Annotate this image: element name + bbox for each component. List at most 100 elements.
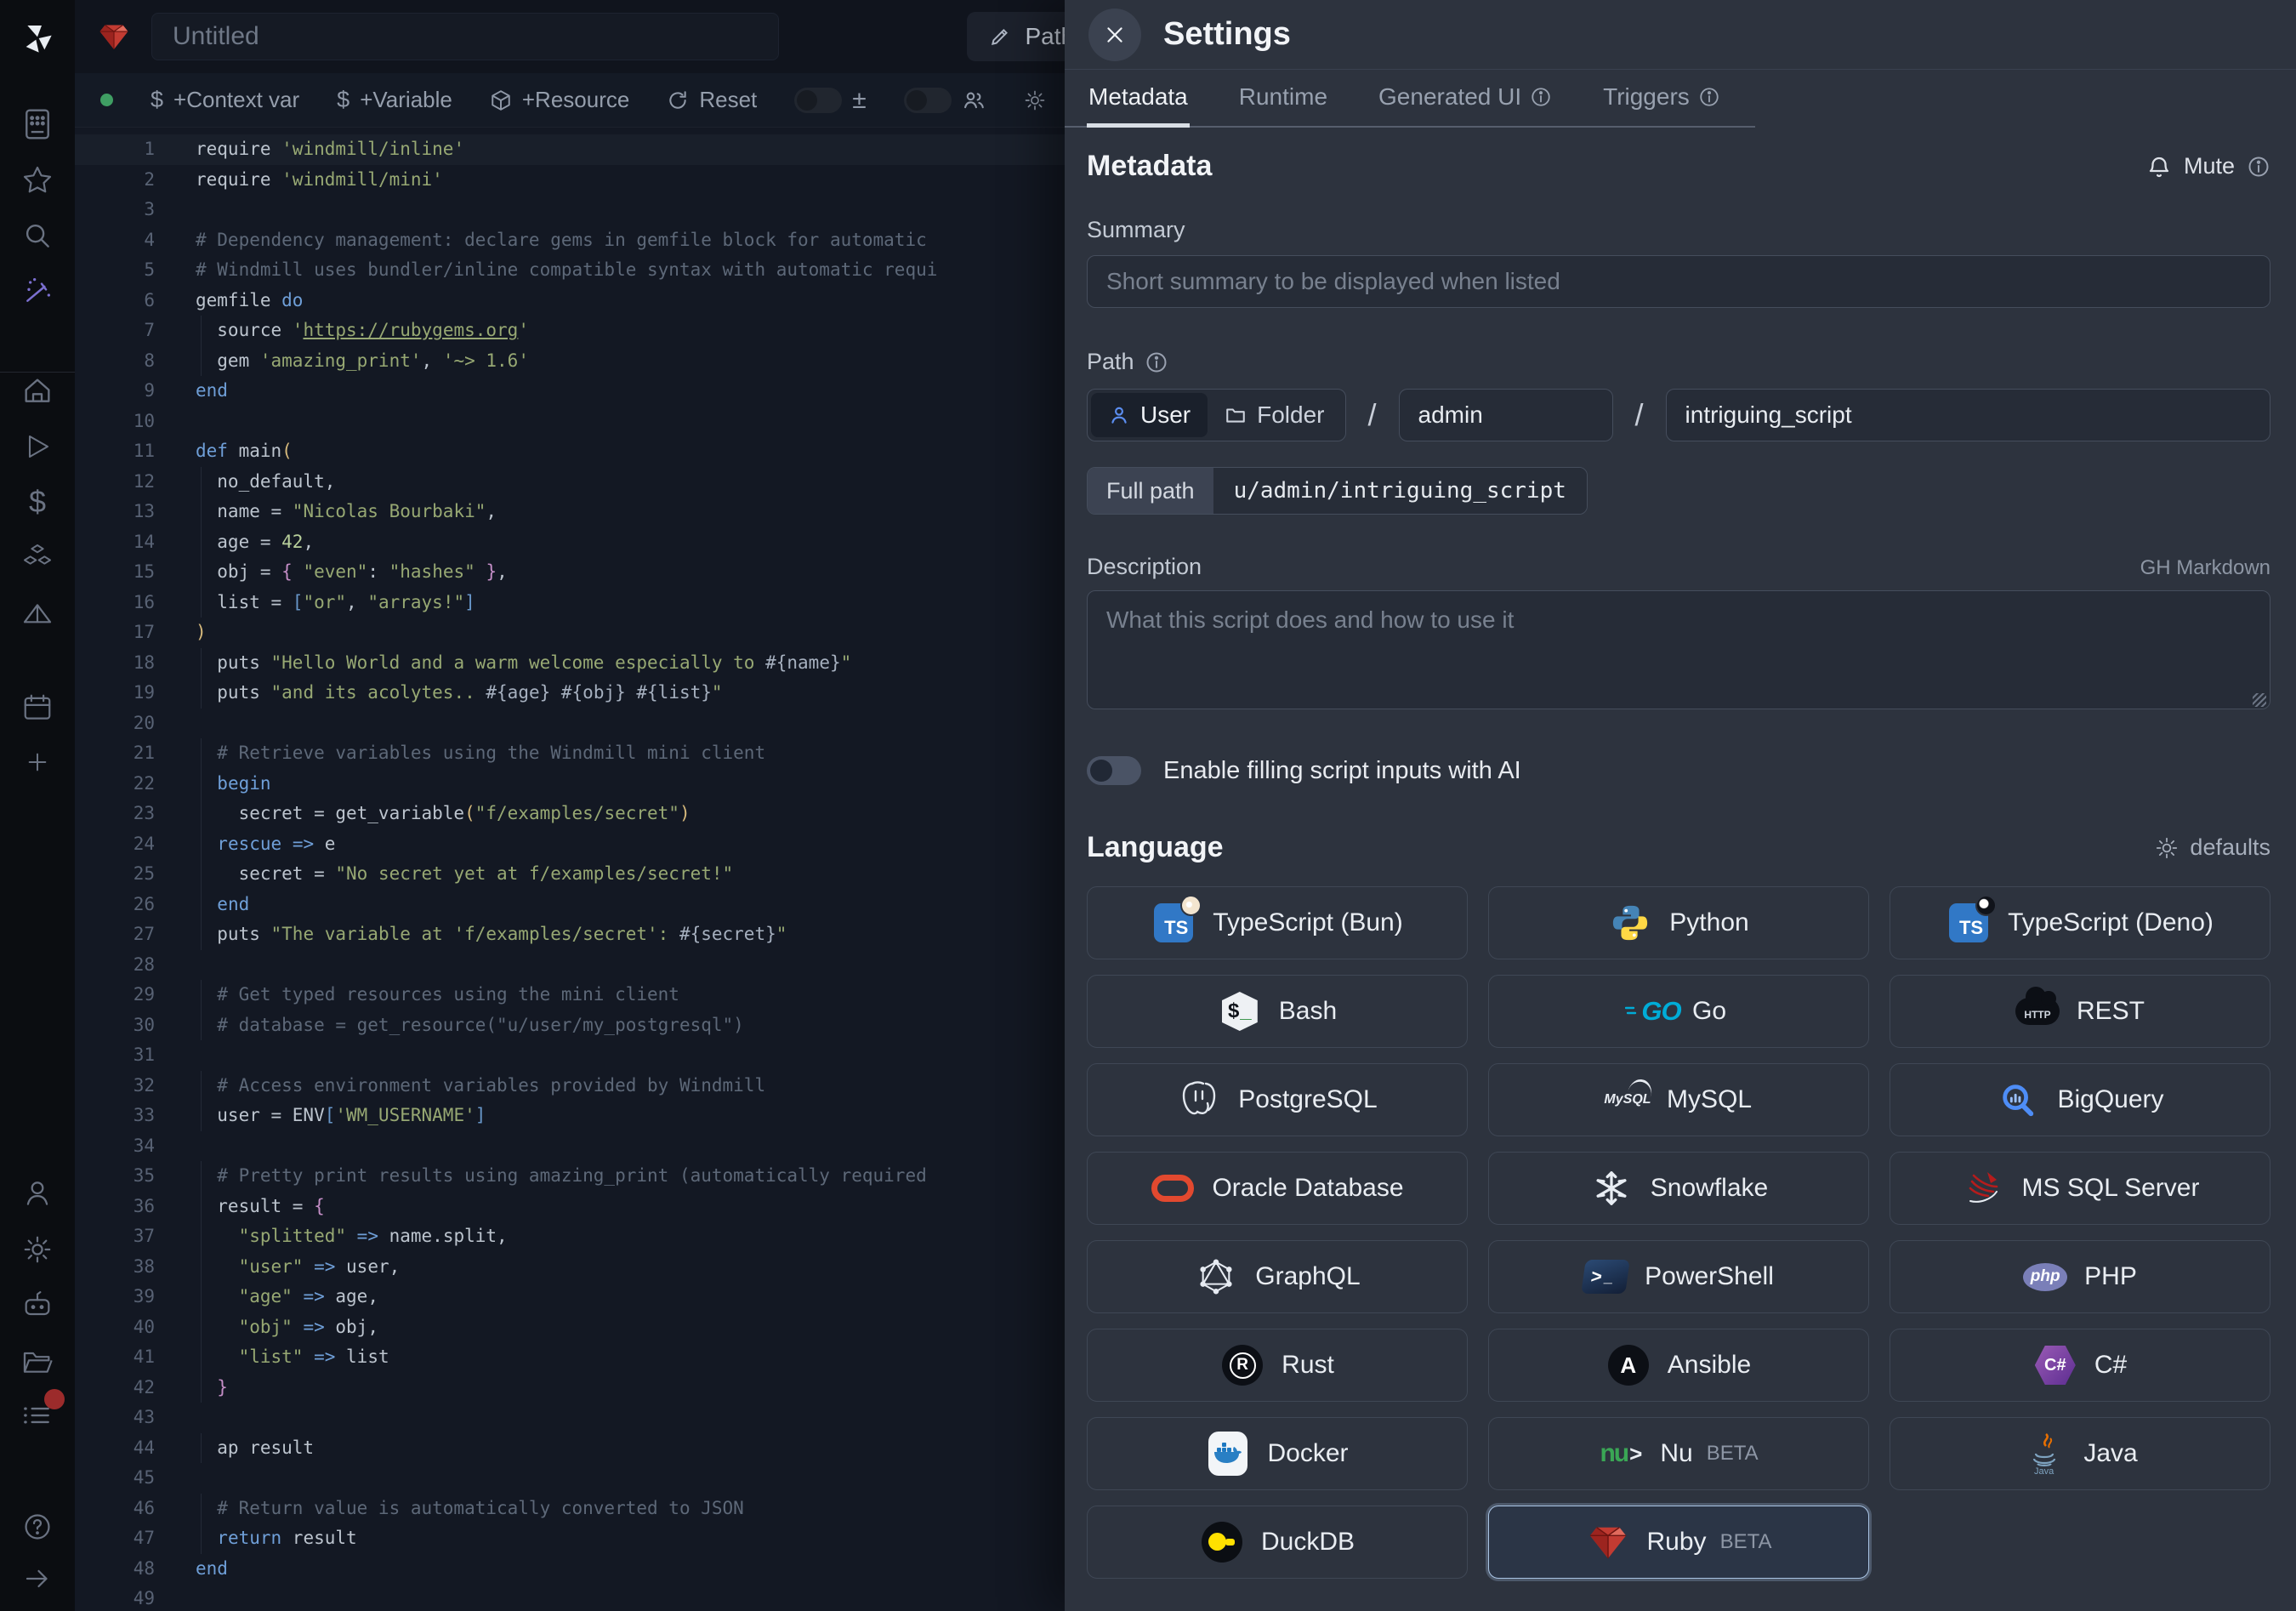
language-label: C# (2094, 1351, 2127, 1380)
folder-icon[interactable] (19, 1343, 56, 1380)
language-go[interactable]: GOGo (1488, 975, 1869, 1048)
code-line: 27 puts "The variable at 'f/examples/sec… (75, 919, 1065, 950)
code-line: 4# Dependency management: declare gems i… (75, 225, 1065, 256)
add-variable-label: +Variable (360, 87, 452, 113)
summary-input[interactable] (1087, 255, 2270, 308)
language-duckdb[interactable]: DuckDB (1087, 1506, 1468, 1579)
editor-settings-button[interactable] (1023, 88, 1047, 112)
code-line: 1require 'windmill/inline' (75, 134, 1065, 165)
close-icon (1104, 24, 1126, 46)
csharp-icon: C# (2033, 1343, 2077, 1387)
settings-drawer: Settings Metadata Runtime Generated UI T… (1065, 0, 2296, 1611)
cubes-icon[interactable] (19, 539, 56, 577)
line-number: 22 (75, 769, 175, 800)
language-c[interactable]: C# C# (1890, 1329, 2270, 1402)
language-bigquery[interactable]: BigQuery (1890, 1063, 2270, 1136)
language-powershell[interactable]: >_PowerShell (1488, 1240, 1869, 1313)
gear-icon (2154, 835, 2179, 861)
tab-metadata[interactable]: Metadata (1087, 70, 1190, 126)
language-label: Nu (1660, 1439, 1692, 1468)
language-label: BigQuery (2057, 1085, 2163, 1114)
line-number: 25 (75, 859, 175, 890)
owner-kind-user[interactable]: User (1091, 393, 1208, 437)
windmill-logo[interactable] (19, 20, 56, 57)
gear-icon[interactable] (19, 1231, 56, 1268)
search-icon[interactable] (19, 217, 56, 254)
diff-toggle[interactable]: ± (794, 86, 866, 115)
list-icon[interactable] (19, 1397, 56, 1434)
code-editor[interactable]: 1require 'windmill/inline'2require 'wind… (75, 128, 1065, 1611)
code-line: 19 puts "and its acolytes.. #{age} #{obj… (75, 678, 1065, 709)
tab-triggers[interactable]: Triggers (1601, 70, 1722, 126)
language-rust[interactable]: RRust (1087, 1329, 1468, 1402)
script-title-input[interactable] (151, 13, 779, 60)
dollar-icon[interactable]: $ (19, 483, 56, 521)
app-window-icon[interactable] (19, 105, 56, 143)
line-number: 7 (75, 316, 175, 346)
reset-button[interactable]: Reset (667, 87, 757, 113)
language-postgresql[interactable]: PostgreSQL (1087, 1063, 1468, 1136)
arrow-right-icon[interactable] (19, 1560, 56, 1597)
close-button[interactable] (1088, 9, 1141, 61)
toggle-switch[interactable] (904, 88, 952, 113)
full-path-badge: Full path (1088, 468, 1213, 514)
language-ansible[interactable]: AAnsible (1488, 1329, 1869, 1402)
bash-icon: $_ (1218, 989, 1262, 1033)
language-php[interactable]: phpPHP (1890, 1240, 2270, 1313)
language-bash[interactable]: $_Bash (1087, 975, 1468, 1048)
magic-wand-icon[interactable] (19, 272, 56, 310)
user-icon[interactable] (19, 1175, 56, 1212)
language-typescript-deno[interactable]: TSTypeScript (Deno) (1890, 886, 2270, 959)
user-icon (1108, 404, 1130, 426)
add-variable-button[interactable]: $ +Variable (337, 87, 452, 113)
line-number: 8 (75, 346, 175, 377)
tab-label: Triggers (1603, 83, 1690, 111)
language-typescript-bun[interactable]: TSTypeScript (Bun) (1087, 886, 1468, 959)
add-context-var-button[interactable]: $ +Context var (151, 87, 299, 113)
defaults-button[interactable]: defaults (2154, 834, 2270, 861)
plus-icon[interactable] (19, 743, 56, 781)
language-ms-sql-server[interactable]: MS SQL Server (1890, 1152, 2270, 1225)
path-name-input[interactable] (1666, 389, 2270, 441)
line-number: 28 (75, 950, 175, 981)
ai-inputs-toggle[interactable] (1087, 756, 1141, 785)
rest-icon: HTTP (2015, 989, 2060, 1033)
line-number: 1 (75, 134, 175, 165)
pyramid-icon[interactable] (19, 596, 56, 634)
help-icon[interactable] (19, 1508, 56, 1546)
calendar-icon[interactable] (19, 689, 56, 726)
tab-generated-ui[interactable]: Generated UI (1377, 70, 1554, 126)
language-mysql[interactable]: MySQLMySQL (1488, 1063, 1869, 1136)
language-docker[interactable]: Docker (1087, 1417, 1468, 1490)
language-oracle-database[interactable]: Oracle Database (1087, 1152, 1468, 1225)
docker-icon (1206, 1432, 1250, 1476)
owner-kind-folder[interactable]: Folder (1208, 393, 1341, 437)
mute-button[interactable]: Mute (2146, 153, 2270, 179)
line-number: 24 (75, 829, 175, 860)
language-ruby[interactable]: RubyBETA (1488, 1506, 1869, 1579)
language-java[interactable]: JavaJava (1890, 1417, 2270, 1490)
code-line: 7 source 'https://rubygems.org' (75, 316, 1065, 346)
play-icon[interactable] (19, 428, 56, 465)
editor-toolbar: $ +Context var $ +Variable +Resource Res… (75, 73, 1065, 128)
tab-label: Metadata (1088, 83, 1188, 111)
tab-runtime[interactable]: Runtime (1237, 70, 1329, 126)
code-line: 17) (75, 618, 1065, 648)
language-snowflake[interactable]: Snowflake (1488, 1152, 1869, 1225)
description-textarea[interactable] (1087, 590, 2270, 709)
language-nu[interactable]: nu>NuBETA (1488, 1417, 1869, 1490)
line-number: 15 (75, 557, 175, 588)
code-line: 8 gem 'amazing_print', '~> 1.6' (75, 346, 1065, 377)
language-python[interactable]: Python (1488, 886, 1869, 959)
language-rest[interactable]: HTTPREST (1890, 975, 2270, 1048)
home-icon[interactable] (19, 373, 56, 410)
toggle-switch[interactable] (794, 88, 842, 113)
robot-icon[interactable] (19, 1287, 56, 1324)
collab-toggle[interactable] (904, 88, 986, 113)
path-owner-input[interactable] (1399, 389, 1613, 441)
language-graphql[interactable]: GraphQL (1087, 1240, 1468, 1313)
ts-deno-icon: TS (1946, 901, 1991, 945)
add-resource-button[interactable]: +Resource (490, 87, 629, 113)
settings-tabs: Metadata Runtime Generated UI Triggers (1065, 70, 1755, 128)
star-icon[interactable] (19, 162, 56, 199)
